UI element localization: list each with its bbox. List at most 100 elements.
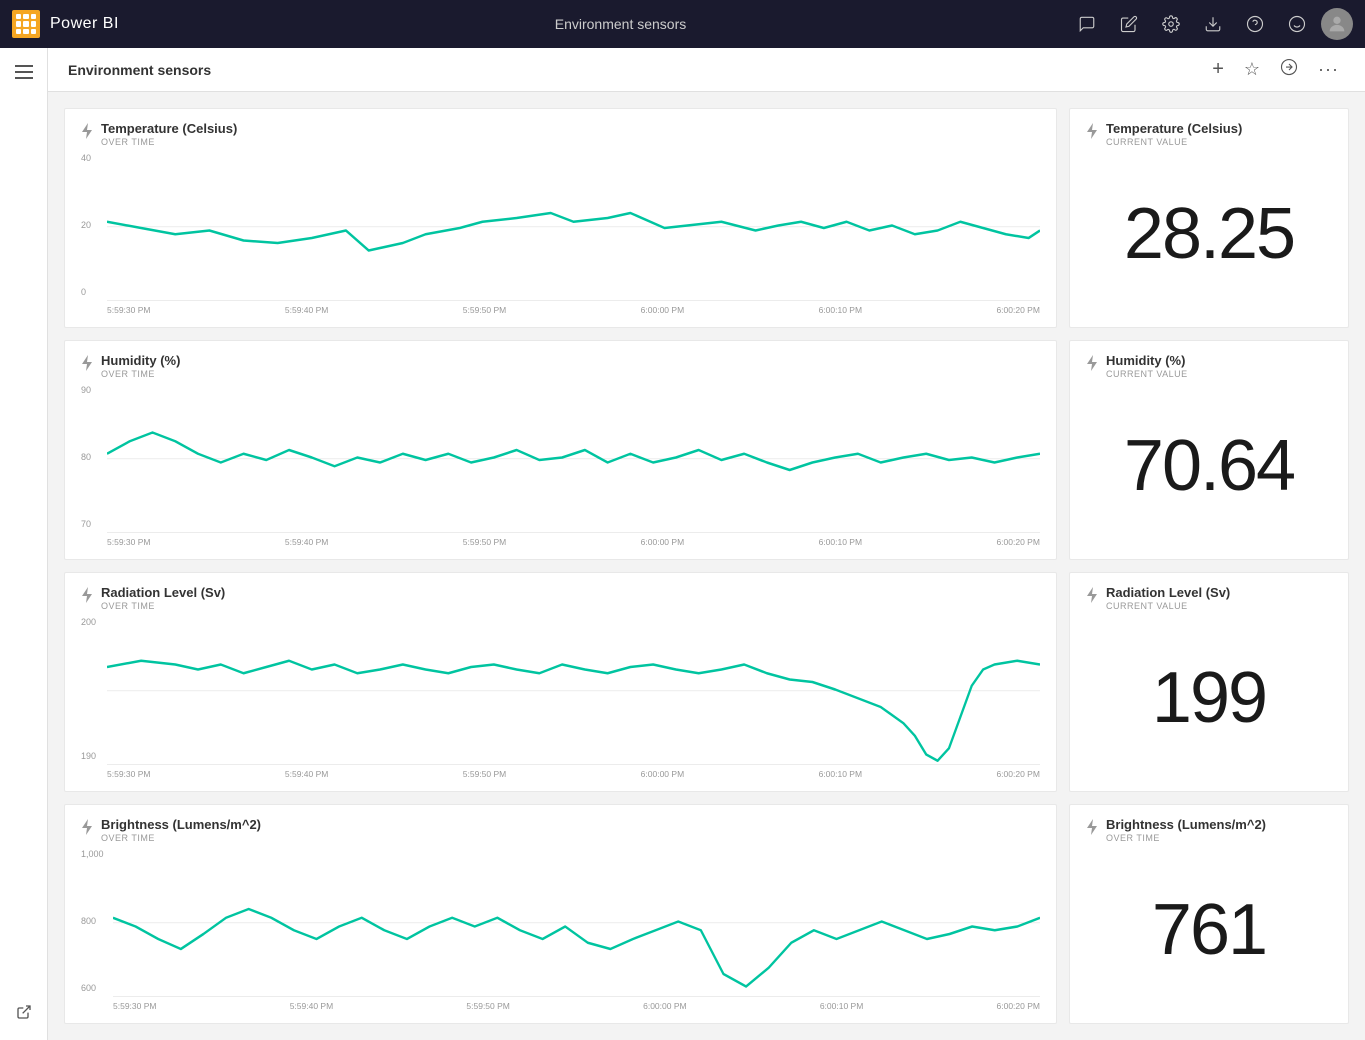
- toolbar-title: Environment sensors: [68, 62, 1194, 78]
- brightness-x-labels: 5:59:30 PM 5:59:40 PM 5:59:50 PM 6:00:00…: [113, 1001, 1040, 1011]
- humidity-value-subtitle: CURRENT VALUE: [1106, 369, 1188, 379]
- card-titles: Radiation Level (Sv) OVER TIME: [101, 585, 225, 611]
- radiation-current-card: Radiation Level (Sv) CURRENT VALUE 199: [1069, 572, 1349, 792]
- brightness-chart-subtitle: OVER TIME: [101, 833, 261, 843]
- card-titles: Brightness (Lumens/m^2) OVER TIME: [101, 817, 261, 843]
- y-label-90: 90: [81, 385, 103, 395]
- download-icon[interactable]: [1195, 6, 1231, 42]
- card-header: Humidity (%) OVER TIME: [81, 353, 1040, 379]
- temp-value-title: Temperature (Celsius): [1106, 121, 1242, 136]
- temp-over-time-card: Temperature (Celsius) OVER TIME 40 20 0: [64, 108, 1057, 328]
- temp-current-card: Temperature (Celsius) CURRENT VALUE 28.2…: [1069, 108, 1349, 328]
- temp-chart-subtitle: OVER TIME: [101, 137, 237, 147]
- sidebar-menu-button[interactable]: [8, 56, 40, 88]
- more-button[interactable]: ···: [1312, 55, 1345, 84]
- main-area: Environment sensors + ☆ ··· Tempera: [48, 48, 1365, 1040]
- edit-icon[interactable]: [1111, 6, 1147, 42]
- smiley-icon[interactable]: [1279, 6, 1315, 42]
- brightness-chart-svg: [113, 849, 1040, 999]
- card-titles: Radiation Level (Sv) CURRENT VALUE: [1106, 585, 1230, 611]
- help-icon[interactable]: [1237, 6, 1273, 42]
- radiation-value-subtitle: CURRENT VALUE: [1106, 601, 1230, 611]
- radiation-value-display: 199: [1086, 617, 1332, 779]
- card-header: Radiation Level (Sv) OVER TIME: [81, 585, 1040, 611]
- card-titles: Temperature (Celsius) OVER TIME: [101, 121, 237, 147]
- y-label-80: 80: [81, 452, 103, 462]
- logo-block: Power BI: [12, 10, 172, 38]
- temp-chart-title: Temperature (Celsius): [101, 121, 237, 136]
- lightning-icon: [81, 355, 93, 374]
- y-label-0: 0: [81, 287, 103, 297]
- radiation-chart-svg: [107, 617, 1040, 767]
- radiation-over-time-card: Radiation Level (Sv) OVER TIME 200 190: [64, 572, 1057, 792]
- brightness-chart-title: Brightness (Lumens/m^2): [101, 817, 261, 832]
- y-label-40: 40: [81, 153, 103, 163]
- card-titles: Brightness (Lumens/m^2) OVER TIME: [1106, 817, 1266, 843]
- y-label-1000: 1,000: [81, 849, 109, 859]
- lightning-icon: [81, 819, 93, 838]
- waffle-icon[interactable]: [12, 10, 40, 38]
- chat-icon[interactable]: [1069, 6, 1105, 42]
- card-header: Brightness (Lumens/m^2) OVER TIME: [1086, 817, 1332, 843]
- temp-value-display: 28.25: [1086, 153, 1332, 315]
- humidity-over-time-card: Humidity (%) OVER TIME 90 80 70: [64, 340, 1057, 560]
- app-title: Power BI: [50, 15, 119, 33]
- toolbar: Environment sensors + ☆ ···: [48, 48, 1365, 92]
- humidity-chart-area: 90 80 70 5:59:30 PM 5:59:40 PM: [81, 385, 1040, 547]
- humidity-chart-subtitle: OVER TIME: [101, 369, 180, 379]
- y-label-200: 200: [81, 617, 103, 627]
- lightning-icon: [1086, 123, 1098, 142]
- radiation-x-labels: 5:59:30 PM 5:59:40 PM 5:59:50 PM 6:00:00…: [107, 769, 1040, 779]
- brightness-current-card: Brightness (Lumens/m^2) OVER TIME 761: [1069, 804, 1349, 1024]
- toolbar-actions: + ☆ ···: [1206, 54, 1345, 85]
- brightness-value-subtitle: OVER TIME: [1106, 833, 1266, 843]
- share-button[interactable]: [1274, 54, 1304, 85]
- y-label-600: 600: [81, 983, 109, 993]
- humidity-value-display: 70.64: [1086, 385, 1332, 547]
- lightning-icon: [1086, 355, 1098, 374]
- humidity-chart-title: Humidity (%): [101, 353, 180, 368]
- brightness-value-title: Brightness (Lumens/m^2): [1106, 817, 1266, 832]
- nav-actions: [1069, 6, 1353, 42]
- external-link-icon[interactable]: [8, 996, 40, 1028]
- nav-page-title: Environment sensors: [182, 16, 1059, 32]
- dashboard: Temperature (Celsius) OVER TIME 40 20 0: [48, 92, 1365, 1040]
- add-button[interactable]: +: [1206, 54, 1230, 85]
- card-titles: Temperature (Celsius) CURRENT VALUE: [1106, 121, 1242, 147]
- sidebar: [0, 48, 48, 1040]
- settings-icon[interactable]: [1153, 6, 1189, 42]
- brightness-over-time-card: Brightness (Lumens/m^2) OVER TIME 1,000 …: [64, 804, 1057, 1024]
- humidity-chart-svg: [107, 385, 1040, 535]
- radiation-value-title: Radiation Level (Sv): [1106, 585, 1230, 600]
- temp-chart-area: 40 20 0 5:59:30 PM 5:59:40 PM: [81, 153, 1040, 315]
- card-header: Brightness (Lumens/m^2) OVER TIME: [81, 817, 1040, 843]
- card-titles: Humidity (%) CURRENT VALUE: [1106, 353, 1188, 379]
- lightning-icon: [81, 587, 93, 606]
- lightning-icon: [1086, 819, 1098, 838]
- humidity-current-card: Humidity (%) CURRENT VALUE 70.64: [1069, 340, 1349, 560]
- brightness-chart-area: 1,000 800 600 5:59:30 PM 5:59:40 PM: [81, 849, 1040, 1011]
- lightning-icon: [1086, 587, 1098, 606]
- card-header: Radiation Level (Sv) CURRENT VALUE: [1086, 585, 1332, 611]
- y-label-800: 800: [81, 916, 109, 926]
- humidity-x-labels: 5:59:30 PM 5:59:40 PM 5:59:50 PM 6:00:00…: [107, 537, 1040, 547]
- lightning-icon: [81, 123, 93, 142]
- topnav: Power BI Environment sensors: [0, 0, 1365, 48]
- avatar[interactable]: [1321, 8, 1353, 40]
- card-header: Temperature (Celsius) OVER TIME: [81, 121, 1040, 147]
- card-titles: Humidity (%) OVER TIME: [101, 353, 180, 379]
- temp-x-labels: 5:59:30 PM 5:59:40 PM 5:59:50 PM 6:00:00…: [107, 305, 1040, 315]
- temp-value-subtitle: CURRENT VALUE: [1106, 137, 1242, 147]
- y-label-70: 70: [81, 519, 103, 529]
- y-label-190: 190: [81, 751, 103, 761]
- radiation-chart-title: Radiation Level (Sv): [101, 585, 225, 600]
- radiation-chart-subtitle: OVER TIME: [101, 601, 225, 611]
- humidity-value-title: Humidity (%): [1106, 353, 1188, 368]
- card-header: Temperature (Celsius) CURRENT VALUE: [1086, 121, 1332, 147]
- star-button[interactable]: ☆: [1238, 55, 1266, 84]
- card-header: Humidity (%) CURRENT VALUE: [1086, 353, 1332, 379]
- temp-chart-svg: [107, 153, 1040, 303]
- y-label-20: 20: [81, 220, 103, 230]
- main-layout: Environment sensors + ☆ ··· Tempera: [0, 48, 1365, 1040]
- radiation-chart-area: 200 190 5:59:30 PM 5:59:40 PM 5:59:50 PM: [81, 617, 1040, 779]
